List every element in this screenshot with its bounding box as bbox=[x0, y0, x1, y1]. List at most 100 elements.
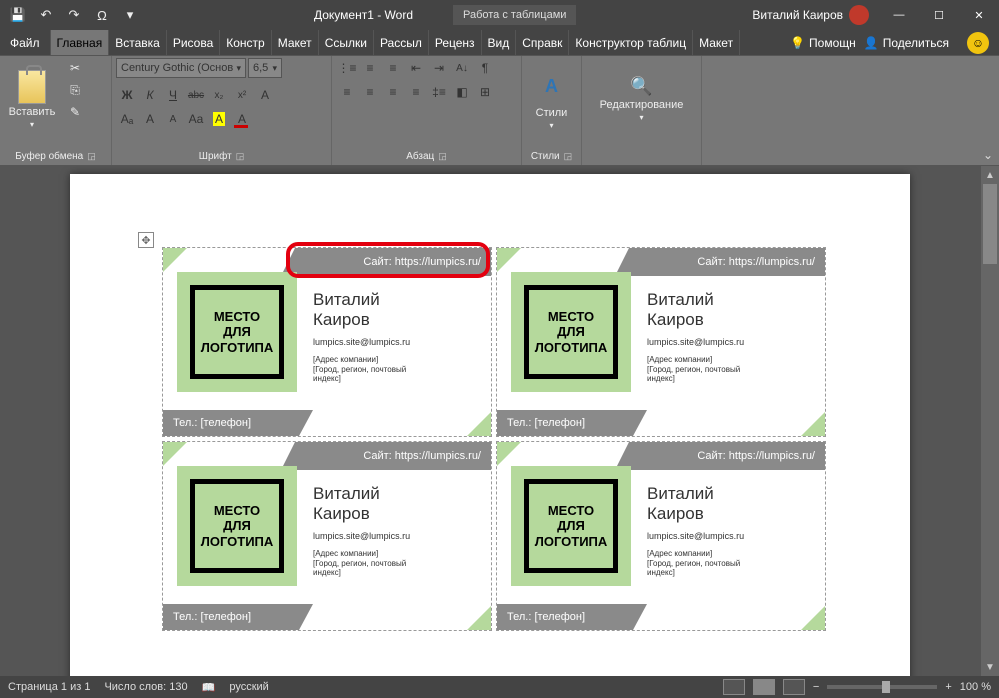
multilevel-button[interactable]: ≡ bbox=[382, 58, 404, 78]
align-center-button[interactable]: ≡ bbox=[359, 82, 381, 102]
zoom-out-button[interactable]: − bbox=[813, 681, 819, 693]
tab-table-layout[interactable]: Макет bbox=[693, 30, 740, 55]
justify-button[interactable]: ≡ bbox=[405, 82, 427, 102]
font-name-combo[interactable]: Century Gothic (Основ▾ bbox=[116, 58, 246, 78]
quick-access-toolbar: 💾 ↶ ↷ Ω ▾ bbox=[0, 3, 148, 27]
align-left-button[interactable]: ≡ bbox=[336, 82, 358, 102]
editing-button[interactable]: 🔍 Редактирование ▾ bbox=[587, 58, 697, 140]
language-indicator[interactable]: русский bbox=[229, 681, 268, 693]
undo-icon[interactable]: ↶ bbox=[34, 3, 58, 27]
italic-button[interactable]: К bbox=[139, 85, 161, 105]
grow-font-button[interactable]: A bbox=[139, 109, 161, 129]
web-layout-button[interactable] bbox=[783, 679, 805, 695]
user-account[interactable]: Виталий Каиров bbox=[742, 5, 879, 25]
shading-button[interactable]: ◧ bbox=[451, 82, 473, 102]
align-right-button[interactable]: ≡ bbox=[382, 82, 404, 102]
table-move-handle[interactable]: ✥ bbox=[138, 232, 154, 248]
decor-triangle bbox=[467, 412, 491, 436]
scroll-thumb[interactable] bbox=[983, 184, 997, 264]
underline-button[interactable]: Ч bbox=[162, 85, 184, 105]
strike-button[interactable]: abc bbox=[185, 85, 207, 105]
borders-button[interactable]: ⊞ bbox=[474, 82, 496, 102]
context-tab-title: Работа с таблицами bbox=[453, 5, 576, 25]
text-effects-button[interactable]: A bbox=[254, 85, 276, 105]
line-spacing-button[interactable]: ‡≡ bbox=[428, 82, 450, 102]
decor-triangle bbox=[497, 442, 521, 466]
tel-banner: Тел.: [телефон] bbox=[163, 604, 313, 630]
page[interactable]: ✥ Сайт: https://lumpics.ru/ МЕСТОДЛЯЛОГО… bbox=[70, 174, 910, 676]
tab-draw[interactable]: Рисова bbox=[167, 30, 220, 55]
scrollbar-vertical[interactable]: ▲ ▼ bbox=[981, 166, 999, 676]
highlight-button[interactable]: A bbox=[208, 109, 230, 129]
format-painter-button[interactable]: ✎ bbox=[64, 102, 86, 122]
tab-file[interactable]: Файл bbox=[0, 30, 51, 55]
tab-help[interactable]: Справк bbox=[516, 30, 569, 55]
read-mode-button[interactable] bbox=[723, 679, 745, 695]
numbering-button[interactable]: ≡ bbox=[359, 58, 381, 78]
feedback-icon[interactable]: ☺ bbox=[967, 32, 989, 54]
launcher-icon[interactable]: ◲ bbox=[236, 151, 245, 162]
paste-button[interactable]: Вставить ▾ bbox=[4, 58, 60, 140]
titlebar: 💾 ↶ ↷ Ω ▾ Документ1 - Word Работа с табл… bbox=[0, 0, 999, 30]
styles-button[interactable]: A Стили ▾ bbox=[527, 58, 577, 140]
share-button[interactable]: 👤 Поделиться bbox=[864, 36, 949, 50]
superscript-button[interactable]: x² bbox=[231, 85, 253, 105]
shrink-font-button[interactable]: A bbox=[162, 109, 184, 129]
subscript-button[interactable]: x₂ bbox=[208, 85, 230, 105]
tel-banner: Тел.: [телефон] bbox=[497, 604, 647, 630]
logo-placeholder[interactable]: МЕСТОДЛЯЛОГОТИПА bbox=[511, 466, 631, 586]
change-case-button[interactable]: Aa bbox=[185, 109, 207, 129]
business-card[interactable]: Сайт: https://lumpics.ru/ МЕСТОДЛЯЛОГОТИ… bbox=[496, 247, 826, 437]
tell-me[interactable]: 💡 Помощн bbox=[790, 36, 856, 50]
bulb-icon: 💡 bbox=[790, 36, 805, 50]
minimize-button[interactable]: — bbox=[879, 0, 919, 30]
tab-design[interactable]: Констр bbox=[220, 30, 271, 55]
tab-references[interactable]: Ссылки bbox=[319, 30, 374, 55]
scroll-up-icon[interactable]: ▲ bbox=[981, 166, 999, 184]
business-card[interactable]: Сайт: https://lumpics.ru/ МЕСТОДЛЯЛОГОТИ… bbox=[162, 441, 492, 631]
clear-format-button[interactable]: Aₐ bbox=[116, 109, 138, 129]
decrease-indent-button[interactable]: ⇤ bbox=[405, 58, 427, 78]
bold-button[interactable]: Ж bbox=[116, 85, 138, 105]
qat-customize-icon[interactable]: ▾ bbox=[118, 3, 142, 27]
copy-button[interactable]: ⎘ bbox=[64, 80, 86, 100]
business-card[interactable]: Сайт: https://lumpics.ru/ МЕСТОДЛЯЛОГОТИ… bbox=[496, 441, 826, 631]
tab-mailings[interactable]: Рассыл bbox=[374, 30, 429, 55]
spell-check-icon[interactable]: 📖 bbox=[202, 681, 216, 694]
word-count[interactable]: Число слов: 130 bbox=[104, 681, 187, 693]
logo-placeholder[interactable]: МЕСТОДЛЯЛОГОТИПА bbox=[511, 272, 631, 392]
page-indicator[interactable]: Страница 1 из 1 bbox=[8, 681, 90, 693]
increase-indent-button[interactable]: ⇥ bbox=[428, 58, 450, 78]
tab-insert[interactable]: Вставка bbox=[109, 30, 167, 55]
symbol-icon[interactable]: Ω bbox=[90, 3, 114, 27]
ribbon: Вставить ▾ ✂ ⎘ ✎ Буфер обмена◲ Century G… bbox=[0, 56, 999, 166]
redo-icon[interactable]: ↷ bbox=[62, 3, 86, 27]
font-size-combo[interactable]: 6,5▾ bbox=[248, 58, 282, 78]
logo-placeholder[interactable]: МЕСТОДЛЯЛОГОТИПА bbox=[177, 466, 297, 586]
zoom-level[interactable]: 100 % bbox=[960, 681, 991, 693]
zoom-in-button[interactable]: + bbox=[945, 681, 951, 693]
save-icon[interactable]: 💾 bbox=[6, 3, 30, 27]
bullets-button[interactable]: ⋮≡ bbox=[336, 58, 358, 78]
launcher-icon[interactable]: ◲ bbox=[438, 151, 447, 162]
tell-me-label: Помощн bbox=[809, 36, 856, 50]
cut-button[interactable]: ✂ bbox=[64, 58, 86, 78]
launcher-icon[interactable]: ◲ bbox=[564, 151, 573, 162]
business-card[interactable]: Сайт: https://lumpics.ru/ МЕСТОДЛЯЛОГОТИ… bbox=[162, 247, 492, 437]
tab-review[interactable]: Реценз bbox=[429, 30, 482, 55]
show-marks-button[interactable]: ¶ bbox=[474, 58, 496, 78]
font-color-button[interactable]: A bbox=[231, 109, 253, 129]
collapse-ribbon-icon[interactable]: ⌄ bbox=[983, 148, 993, 162]
launcher-icon[interactable]: ◲ bbox=[87, 151, 96, 162]
print-layout-button[interactable] bbox=[753, 679, 775, 695]
tab-home[interactable]: Главная bbox=[51, 30, 110, 55]
tab-table-design[interactable]: Конструктор таблиц bbox=[569, 30, 693, 55]
maximize-button[interactable]: ☐ bbox=[919, 0, 959, 30]
zoom-slider[interactable] bbox=[827, 685, 937, 689]
close-button[interactable]: ✕ bbox=[959, 0, 999, 30]
tab-layout[interactable]: Макет bbox=[272, 30, 319, 55]
logo-placeholder[interactable]: МЕСТОДЛЯЛОГОТИПА bbox=[177, 272, 297, 392]
scroll-down-icon[interactable]: ▼ bbox=[981, 658, 999, 676]
sort-button[interactable]: A↓ bbox=[451, 58, 473, 78]
tab-view[interactable]: Вид bbox=[482, 30, 517, 55]
